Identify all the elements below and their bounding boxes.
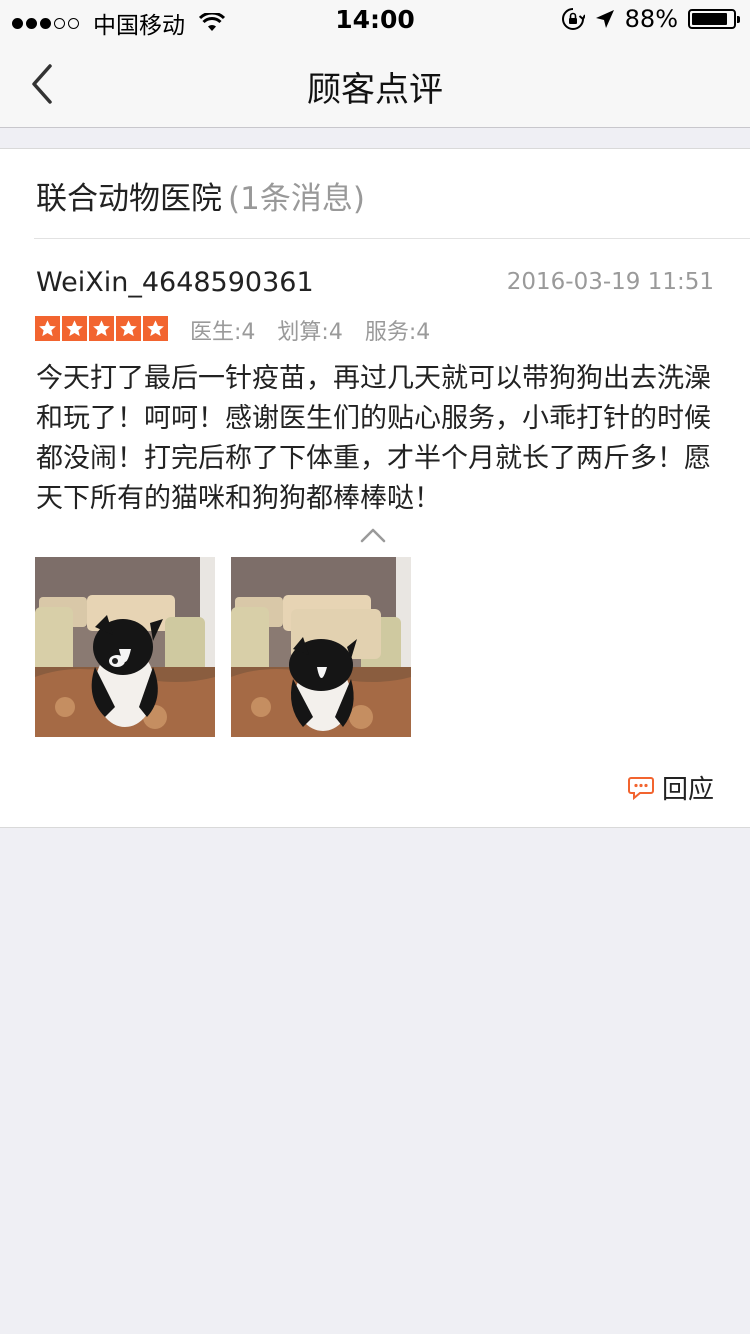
shop-name: 联合动物医院: [36, 181, 222, 217]
review-photo-puppy-2[interactable]: [231, 557, 411, 737]
navigation-bar: 顾客点评: [0, 40, 750, 128]
collapse-chevron-up-icon[interactable]: [360, 527, 386, 543]
battery-percent: 88%: [624, 5, 678, 33]
star-icon: [62, 316, 87, 341]
status-right: 88%: [561, 5, 740, 33]
comment-icon: [627, 776, 654, 800]
score-list: 医生:4 划算:4 服务:4: [190, 314, 430, 346]
message-count: (1条消息): [228, 181, 365, 217]
star-rating: [35, 316, 168, 341]
review-photo-puppy-1[interactable]: [35, 557, 215, 737]
battery-icon: [688, 9, 740, 29]
star-icon: [35, 316, 60, 341]
score-value: 划算:4: [277, 320, 343, 345]
shop-header[interactable]: 联合动物医院 (1条消息): [36, 173, 365, 218]
review-card: 联合动物医院 (1条消息) WeiXin_4648590361 2016-03-1…: [0, 148, 750, 828]
photo-gallery: [35, 557, 411, 737]
page-title: 顾客点评: [307, 70, 443, 110]
review-text: 今天打了最后一针疫苗，再过几天就可以带狗狗出去洗澡和玩了！呵呵！感谢医生们的贴心…: [36, 363, 711, 514]
star-icon: [116, 316, 141, 341]
score-service: 服务:4: [364, 320, 431, 345]
location-icon: [595, 10, 614, 28]
reply-button[interactable]: 回应: [627, 769, 714, 806]
star-icon: [143, 316, 168, 341]
status-bar: 中国移动 14:00 88%: [0, 0, 750, 40]
reply-label: 回应: [661, 775, 714, 805]
orientation-lock-icon: [561, 8, 585, 30]
star-icon: [89, 316, 114, 341]
score-doctor: 医生:4: [190, 320, 256, 345]
divider: [34, 238, 750, 239]
review-date: 2016-03-19 11:51: [506, 269, 714, 295]
reviewer-username[interactable]: WeiXin_4648590361: [36, 267, 314, 298]
